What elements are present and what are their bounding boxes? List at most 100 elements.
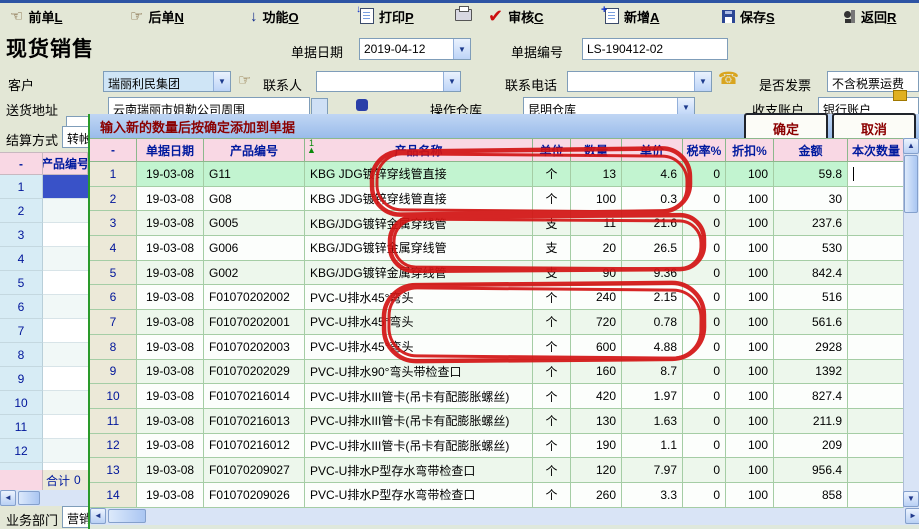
table-cell[interactable]: 19-03-08 [137, 187, 204, 212]
main-grid-hscrollbar[interactable]: ◄ [0, 490, 88, 506]
audit-button[interactable]: ✔ 审核C [488, 6, 544, 26]
table-cell[interactable]: 0 [683, 310, 726, 335]
dialog-vscrollbar[interactable]: ▲ ▼ [903, 138, 919, 508]
table-cell[interactable]: 0 [683, 335, 726, 360]
table-cell[interactable]: 0.78 [622, 310, 683, 335]
table-cell[interactable]: 11 [571, 211, 622, 236]
table-cell[interactable]: 1 [90, 162, 137, 187]
table-row[interactable]: 1119-03-08F01070216013PVC-U排水III管卡(吊卡有配膨… [90, 409, 903, 434]
address-picker-button[interactable] [311, 98, 328, 115]
row-number[interactable]: 6 [0, 295, 43, 319]
row-number[interactable]: 12 [0, 439, 43, 463]
table-cell[interactable]: 720 [571, 310, 622, 335]
chevron-down-icon[interactable]: ▼ [453, 39, 470, 59]
scroll-thumb[interactable] [904, 155, 918, 213]
product-cell[interactable] [43, 295, 88, 319]
table-cell[interactable]: 59.8 [774, 162, 848, 187]
table-cell[interactable]: F01070202029 [204, 360, 305, 385]
table-cell[interactable]: 120 [571, 458, 622, 483]
table-cell[interactable] [848, 458, 903, 483]
table-cell[interactable]: 13 [90, 458, 137, 483]
table-cell[interactable]: 100 [726, 236, 774, 261]
table-cell[interactable]: 100 [726, 458, 774, 483]
product-cell[interactable] [43, 247, 88, 271]
table-cell[interactable]: 19-03-08 [137, 261, 204, 286]
table-row[interactable]: 1319-03-08F01070209027PVC-U排水P型存水弯带检查口个1… [90, 458, 903, 483]
table-cell[interactable]: PVC-U排水P型存水弯带检查口 [305, 483, 533, 508]
prev-doc-button[interactable]: ☜ 前单L [10, 6, 62, 26]
table-row[interactable]: 619-03-08F01070202002PVC-U排水45°弯头个2402.1… [90, 285, 903, 310]
table-cell[interactable]: 个 [533, 458, 571, 483]
table-cell[interactable]: 827.4 [774, 384, 848, 409]
table-cell[interactable] [848, 434, 903, 459]
list-item[interactable]: 8 [0, 343, 88, 367]
table-cell[interactable]: 0 [683, 261, 726, 286]
table-row[interactable]: 819-03-08F01070202003PVC-U排水45°弯头个6004.8… [90, 335, 903, 360]
row-number[interactable]: 3 [0, 223, 43, 247]
product-cell[interactable] [43, 223, 88, 247]
table-cell[interactable]: 0 [683, 360, 726, 385]
table-cell[interactable]: 0 [683, 458, 726, 483]
table-cell[interactable]: 956.4 [774, 458, 848, 483]
table-cell[interactable]: 2928 [774, 335, 848, 360]
column-header[interactable]: 税率% [683, 138, 726, 162]
invoice-input[interactable]: 不含税票运费 [827, 71, 919, 92]
table-row[interactable]: 119-03-08G11KBG JDG镀锌穿线管直接个134.6010059.8 [90, 162, 903, 187]
list-item[interactable]: 9 [0, 367, 88, 391]
table-cell[interactable]: 19-03-08 [137, 211, 204, 236]
list-item[interactable]: 5 [0, 271, 88, 295]
doc-date-combobox[interactable]: 2019-04-12▼ [359, 38, 471, 60]
column-header[interactable]: 折扣% [726, 138, 774, 162]
table-cell[interactable]: 842.4 [774, 261, 848, 286]
table-cell[interactable]: 个 [533, 335, 571, 360]
scroll-left-icon[interactable]: ◄ [90, 508, 106, 524]
table-cell[interactable]: 7.97 [622, 458, 683, 483]
scroll-right-icon[interactable]: ► [905, 508, 919, 524]
table-cell[interactable]: 0 [683, 162, 726, 187]
table-cell[interactable]: 21.6 [622, 211, 683, 236]
table-cell[interactable]: 19-03-08 [137, 483, 204, 508]
table-cell[interactable]: F01070209026 [204, 483, 305, 508]
customer-combobox[interactable]: 瑞丽利民集团▼ [103, 71, 231, 92]
table-cell[interactable]: 0 [683, 187, 726, 212]
column-header[interactable]: 本次数量 [848, 138, 905, 162]
product-cell[interactable] [43, 391, 88, 415]
table-cell[interactable]: 160 [571, 360, 622, 385]
table-cell[interactable]: 0 [683, 236, 726, 261]
table-cell[interactable]: 4.88 [622, 335, 683, 360]
table-cell[interactable]: 19-03-08 [137, 236, 204, 261]
table-cell[interactable]: 支 [533, 236, 571, 261]
table-cell[interactable]: 100 [726, 384, 774, 409]
table-cell[interactable]: 530 [774, 236, 848, 261]
table-cell[interactable]: 6 [90, 285, 137, 310]
table-cell[interactable]: 0 [683, 409, 726, 434]
table-cell[interactable]: 4 [90, 236, 137, 261]
table-cell[interactable]: F01070216012 [204, 434, 305, 459]
table-cell[interactable]: 5 [90, 261, 137, 286]
table-cell[interactable] [848, 409, 903, 434]
table-cell[interactable]: 10 [90, 384, 137, 409]
list-item[interactable]: 10 [0, 391, 88, 415]
list-item[interactable]: 6 [0, 295, 88, 319]
list-item[interactable]: 7 [0, 319, 88, 343]
product-cell[interactable] [43, 271, 88, 295]
table-cell[interactable]: 209 [774, 434, 848, 459]
table-cell[interactable] [848, 335, 903, 360]
table-cell[interactable]: 100 [726, 310, 774, 335]
table-cell[interactable]: 20 [571, 236, 622, 261]
table-cell[interactable]: 个 [533, 310, 571, 335]
table-row[interactable]: 219-03-08G08KBG JDG镀锌穿线管直接个1000.3010030 [90, 187, 903, 212]
column-header[interactable]: 单价 [622, 138, 683, 162]
contact-combobox[interactable]: ▼ [316, 71, 461, 92]
column-header[interactable]: 单据日期 [137, 138, 204, 162]
table-cell[interactable]: 90 [571, 261, 622, 286]
column-header[interactable]: 产品编号 [204, 138, 305, 162]
column-header[interactable]: 数量 [571, 138, 622, 162]
chevron-down-icon[interactable]: ▼ [213, 72, 230, 91]
chevron-down-icon[interactable]: ▼ [443, 72, 460, 91]
table-cell[interactable]: 0 [683, 384, 726, 409]
table-cell[interactable]: 19-03-08 [137, 434, 204, 459]
table-cell[interactable]: 30 [774, 187, 848, 212]
table-cell[interactable] [848, 360, 903, 385]
row-number[interactable]: 2 [0, 199, 43, 223]
